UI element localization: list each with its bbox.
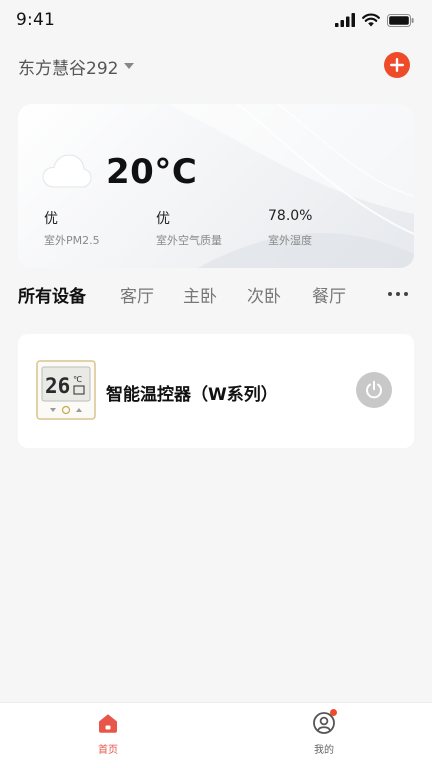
- cellular-signal-icon: [335, 13, 355, 27]
- home-selector[interactable]: 东方慧谷292: [18, 54, 135, 79]
- thermostat-display-digits: 26: [45, 374, 70, 398]
- tab-second-bedroom[interactable]: 次卧: [247, 282, 281, 307]
- metric-pm25-value: 优: [44, 211, 58, 227]
- cloud-icon: [42, 154, 92, 188]
- notification-badge: [330, 709, 337, 716]
- metric-pm25: 优 室外PM2.5: [44, 208, 100, 248]
- tab-living-room[interactable]: 客厅: [120, 282, 154, 307]
- power-icon: [366, 380, 382, 399]
- metric-air-quality: 优 室外空气质量: [156, 208, 222, 248]
- home-name: 东方慧谷292: [18, 58, 119, 79]
- bottom-nav: 首页 我的: [0, 702, 432, 768]
- metric-air-quality-value: 优: [156, 211, 170, 227]
- more-dot: [396, 292, 400, 296]
- thermostat-device-image: 26 ℃: [36, 360, 96, 420]
- status-icons: [335, 12, 414, 28]
- profile-icon: [312, 709, 337, 735]
- tab-master-bedroom[interactable]: 主卧: [183, 282, 217, 307]
- caret-down-icon: [124, 63, 135, 69]
- metric-air-quality-label: 室外空气质量: [156, 234, 222, 247]
- tab-all-devices[interactable]: 所有设备: [18, 282, 86, 307]
- device-name: 智能温控器（W系列）: [106, 385, 278, 405]
- thermostat-display-unit: ℃: [73, 375, 82, 384]
- status-time: 9:41: [16, 10, 55, 30]
- more-icon[interactable]: [388, 292, 408, 296]
- more-dot: [388, 292, 392, 296]
- tab-dining-room[interactable]: 餐厅: [312, 282, 346, 307]
- nav-home[interactable]: 首页: [78, 711, 138, 756]
- room-tabs: 所有设备 客厅 主卧 次卧 餐厅: [18, 282, 414, 310]
- metric-humidity: 78.0% 室外湿度: [268, 208, 312, 248]
- device-card-thermostat[interactable]: 26 ℃ 智能温控器（W系列）: [18, 334, 414, 448]
- power-button[interactable]: [356, 372, 392, 408]
- plus-icon: [390, 58, 404, 72]
- outdoor-temperature: 20°C: [106, 152, 198, 192]
- home-icon: [96, 711, 120, 735]
- metric-humidity-label: 室外湿度: [268, 234, 312, 247]
- metric-pm25-label: 室外PM2.5: [44, 234, 100, 247]
- metric-humidity-value: 78.0%: [268, 208, 313, 224]
- battery-icon: [387, 13, 414, 27]
- add-button[interactable]: [384, 52, 410, 78]
- weather-card: 20°C 优 室外PM2.5 优 室外空气质量 78.0% 室外湿度: [18, 104, 414, 268]
- wifi-icon: [362, 13, 380, 27]
- nav-mine[interactable]: 我的: [294, 709, 354, 756]
- nav-mine-label: 我的: [314, 745, 334, 756]
- status-bar: 9:41: [0, 0, 432, 44]
- more-dot: [404, 292, 408, 296]
- nav-home-label: 首页: [98, 745, 118, 756]
